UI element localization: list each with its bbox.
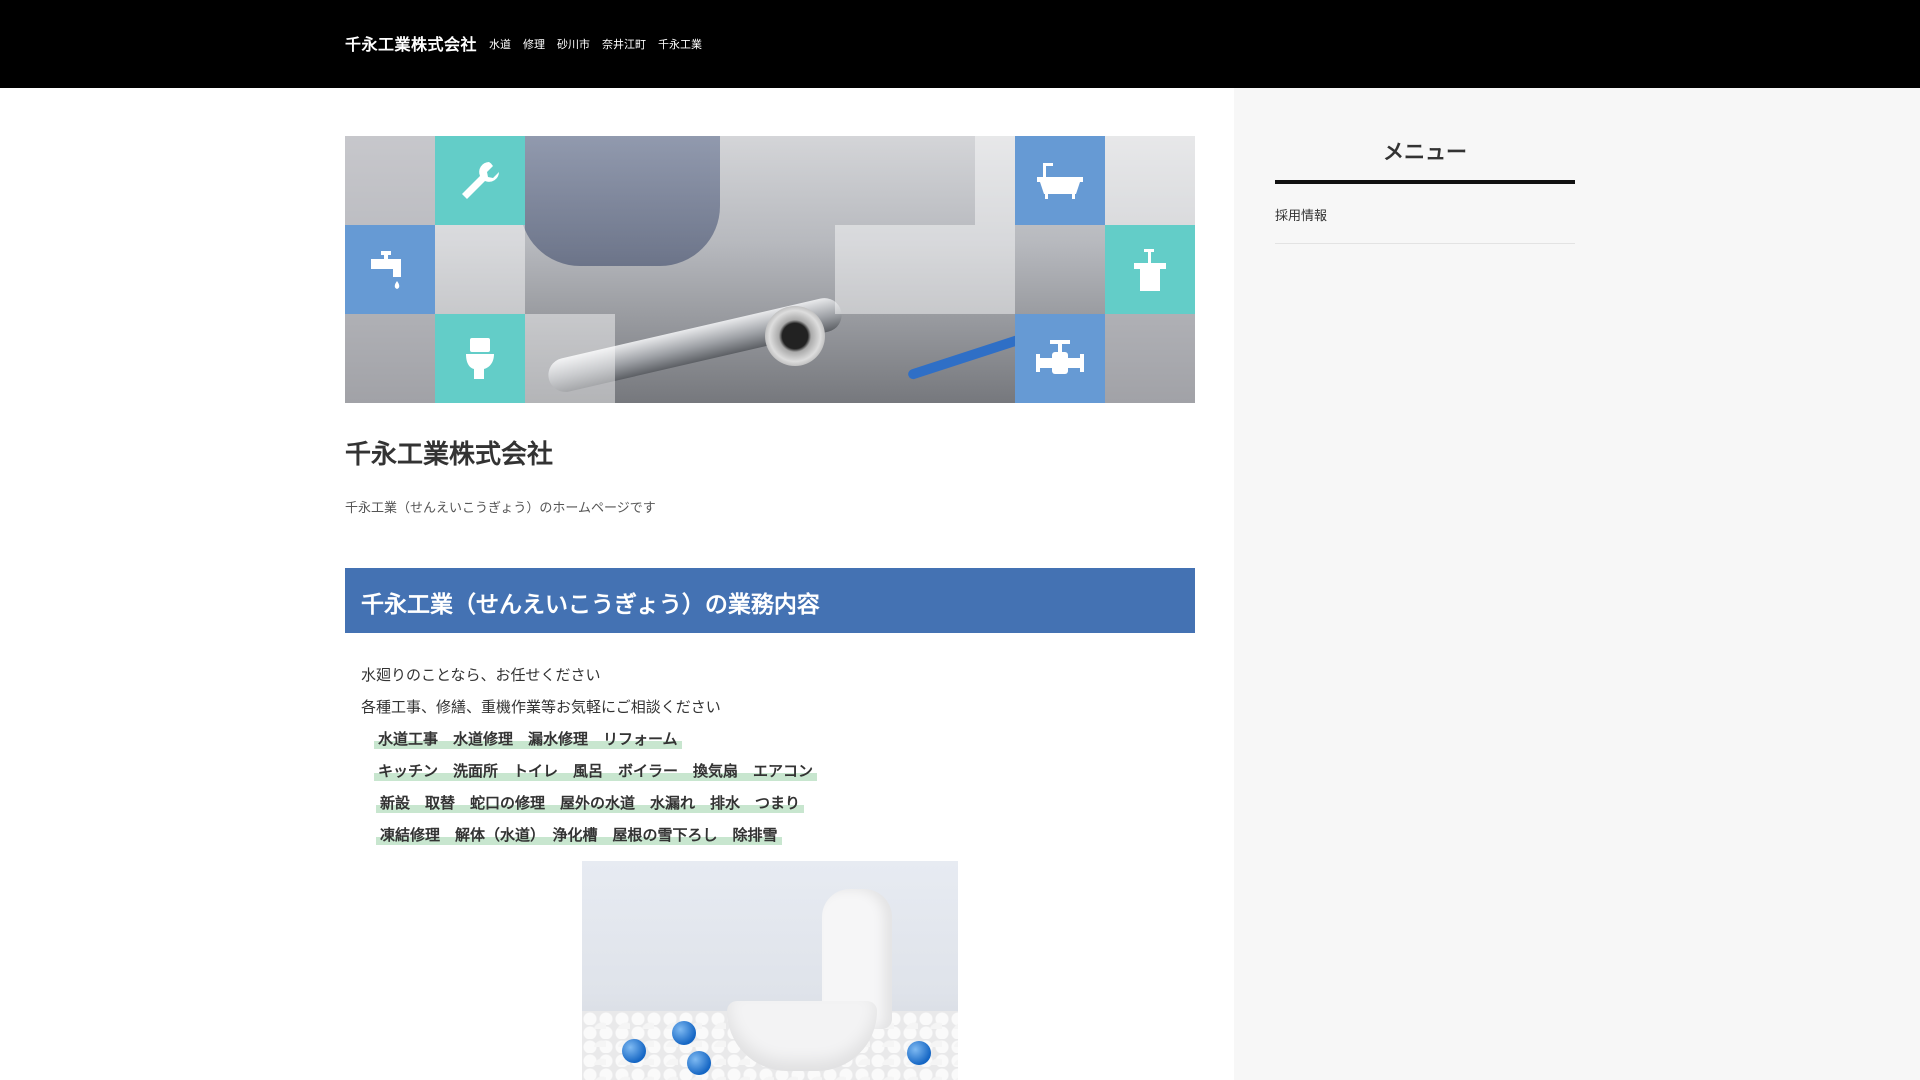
worker-figure	[520, 136, 720, 266]
blue-ball	[622, 1039, 646, 1063]
page-title: 千永工業株式会社	[345, 440, 554, 470]
page-subtitle: 千永工業（せんえいこうぎょう）のホームページです	[345, 501, 656, 516]
blue-ball	[907, 1041, 931, 1065]
header-tag-link[interactable]: 千永工業	[658, 36, 702, 52]
hero-tile	[345, 314, 435, 403]
intro-line: 水廻りのことなら、お任せください	[361, 666, 601, 684]
hero-tile	[925, 225, 1015, 314]
hero-tile	[345, 136, 435, 225]
service-highlight: 凍結修理 解体（水道） 浄化槽 屋根の雪下ろし 除排雪	[376, 824, 782, 845]
site-name-link[interactable]: 千永工業株式会社	[345, 31, 477, 55]
sidebar-divider	[1275, 243, 1575, 244]
header-tag-link[interactable]: 砂川市	[557, 36, 590, 52]
wrench-icon	[435, 136, 525, 225]
pipe-opening	[765, 306, 825, 366]
sidebar-menu-title: メニュー	[1383, 140, 1467, 164]
hero-tile	[835, 225, 925, 314]
hero-tile	[1105, 136, 1195, 225]
sink-icon	[1105, 225, 1195, 314]
hero-tile	[525, 314, 615, 403]
toilet-icon	[435, 314, 525, 403]
service-highlight: キッチン 洗面所 トイレ 風呂 ボイラー 換気扇 エアコン	[374, 760, 818, 781]
header-tag-link[interactable]: 水道	[489, 36, 511, 52]
faucet-icon	[345, 225, 435, 314]
sidebar	[1234, 88, 1920, 1080]
service-highlight: 水道工事 水道修理 漏水修理 リフォーム	[374, 728, 682, 749]
header-tag-list: 水道 修理 砂川市 奈井江町 千永工業	[489, 36, 702, 52]
blue-ball	[672, 1021, 696, 1045]
toilet-photo	[582, 861, 958, 1080]
intro-line: 各種工事、修繕、重機作業等お気軽にご相談ください	[361, 698, 721, 716]
hero-tile	[435, 225, 525, 314]
section-heading: 千永工業（せんえいこうぎょう）の業務内容	[345, 568, 1195, 633]
blue-ball	[687, 1051, 711, 1075]
hero-tile	[1105, 314, 1195, 403]
bathtub-icon	[1015, 136, 1105, 225]
header-tag-link[interactable]: 奈井江町	[602, 36, 646, 52]
sidebar-title-rule	[1275, 180, 1575, 184]
valve-icon	[1015, 314, 1105, 403]
hero-banner-image	[345, 136, 1195, 403]
service-highlight: 新設 取替 蛇口の修理 屋外の水道 水漏れ 排水 つまり	[376, 792, 805, 813]
site-header: 千永工業株式会社 水道 修理 砂川市 奈井江町 千永工業	[0, 0, 1920, 88]
header-tag-link[interactable]: 修理	[523, 36, 545, 52]
section-heading-text: 千永工業（せんえいこうぎょう）の業務内容	[361, 592, 820, 618]
sidebar-item-recruit[interactable]: 採用情報	[1275, 205, 1327, 224]
